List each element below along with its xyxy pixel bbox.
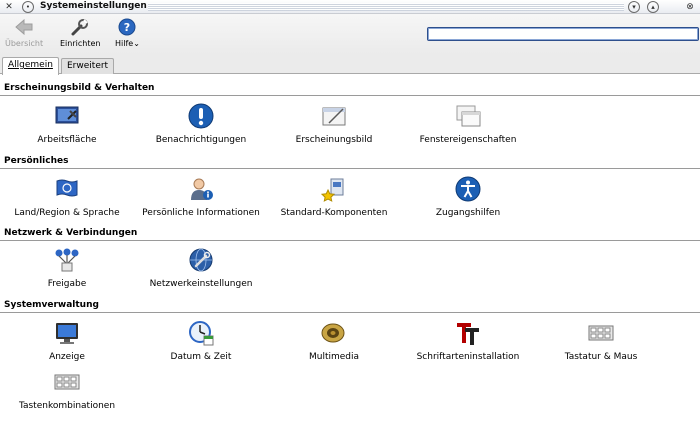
item-keyboard-mouse-label: Tastatur & Maus <box>564 352 638 362</box>
configure-button[interactable]: Einrichten <box>60 17 100 48</box>
close-window-icon[interactable]: ⊗ <box>684 1 696 13</box>
item-appearance[interactable]: Erscheinungsbild <box>269 102 399 145</box>
tab-general[interactable]: Allgemein <box>2 57 59 75</box>
titlebar-decoration <box>148 3 624 11</box>
back-overview-label: Übersicht <box>5 39 44 48</box>
locale-flag-icon <box>53 175 81 203</box>
date-time-icon <box>187 319 215 347</box>
window-menu-icon[interactable]: • <box>22 1 34 13</box>
item-display[interactable]: Anzeige <box>2 319 132 362</box>
window-properties-icon <box>454 102 482 130</box>
window-title: Systemeinstellungen <box>40 1 147 11</box>
item-accessibility-label: Zugangshilfen <box>435 208 501 218</box>
desktop-icon <box>53 102 81 130</box>
item-shortcuts-label: Tastenkombinationen <box>18 401 116 411</box>
maximize-icon[interactable]: ▴ <box>647 1 659 13</box>
item-sharing[interactable]: Freigabe <box>2 246 132 289</box>
accessibility-icon <box>454 175 482 203</box>
font-installer-icon <box>454 319 482 347</box>
item-default-components[interactable]: Standard-Komponenten <box>269 175 399 218</box>
tab-advanced-label: Erweitert <box>67 61 109 71</box>
help-icon: ? <box>116 17 138 37</box>
section-title-system: Systemverwaltung <box>4 300 99 310</box>
item-date-time[interactable]: Datum & Zeit <box>136 319 266 362</box>
notification-icon <box>187 102 215 130</box>
item-locale-label: Land/Region & Sprache <box>14 208 120 218</box>
keyboard-mouse-icon <box>587 319 615 347</box>
item-date-time-label: Datum & Zeit <box>170 352 232 362</box>
section-title-personal: Persönliches <box>4 156 69 166</box>
item-notifications-label: Benachrichtigungen <box>155 135 247 145</box>
item-network-settings[interactable]: Netzwerkeinstellungen <box>136 246 266 289</box>
item-window-properties[interactable]: Fenstereigenschaften <box>403 102 533 145</box>
wrench-icon <box>69 17 91 37</box>
item-default-components-label: Standard-Komponenten <box>280 208 388 218</box>
minimize-icon[interactable]: ▾ <box>628 1 640 13</box>
item-font-installer-label: Schriftarteninstallation <box>416 352 520 362</box>
configure-label: Einrichten <box>60 39 101 48</box>
back-arrow-icon <box>13 17 35 37</box>
section-divider <box>0 240 700 241</box>
help-label: Hilfe <box>115 39 134 48</box>
item-window-properties-label: Fenstereigenschaften <box>419 135 517 145</box>
svg-text:?: ? <box>124 21 130 34</box>
item-desktop[interactable]: Arbeitsfläche <box>2 102 132 145</box>
item-appearance-label: Erscheinungsbild <box>295 135 373 145</box>
search-input[interactable] <box>427 27 699 41</box>
item-accessibility[interactable]: Zugangshilfen <box>403 175 533 218</box>
item-display-label: Anzeige <box>49 352 85 362</box>
section-divider <box>0 95 700 96</box>
appearance-icon <box>320 102 348 130</box>
item-multimedia[interactable]: Multimedia <box>269 319 399 362</box>
item-personal-info[interactable]: Persönliche Informationen <box>136 175 266 218</box>
display-monitor-icon <box>53 319 81 347</box>
network-settings-icon <box>187 246 215 274</box>
back-overview-button[interactable]: Übersicht <box>5 17 43 48</box>
settings-content: Erscheinungsbild & Verhalten Arbeitsfläc… <box>0 75 700 440</box>
item-personal-info-label: Persönliche Informationen <box>142 208 260 218</box>
default-components-icon <box>320 175 348 203</box>
item-multimedia-label: Multimedia <box>308 352 360 362</box>
multimedia-speaker-icon <box>320 319 348 347</box>
tab-general-label: Allgemein <box>8 60 53 70</box>
toolbar: Übersicht Einrichten ? Hilfe⌄ <box>0 14 700 54</box>
item-notifications[interactable]: Benachrichtigungen <box>136 102 266 145</box>
sharing-icon <box>53 246 81 274</box>
section-divider <box>0 312 700 313</box>
personal-info-icon <box>187 175 215 203</box>
tab-bar: Allgemein Erweitert <box>0 54 700 75</box>
item-keyboard-mouse[interactable]: Tastatur & Maus <box>536 319 666 362</box>
tab-advanced[interactable]: Erweitert <box>61 58 115 74</box>
close-x-icon[interactable]: ✕ <box>3 1 15 13</box>
item-font-installer[interactable]: Schriftarteninstallation <box>403 319 533 362</box>
section-divider <box>0 168 700 169</box>
window-titlebar[interactable]: ✕ • Systemeinstellungen ▾ ▴ ⊗ <box>0 0 700 14</box>
item-desktop-label: Arbeitsfläche <box>37 135 97 145</box>
help-dropdown-icon: ⌄ <box>133 39 140 48</box>
item-sharing-label: Freigabe <box>47 279 87 289</box>
item-shortcuts[interactable]: Tastenkombinationen <box>2 368 132 411</box>
shortcuts-keyboard-icon <box>53 368 81 396</box>
help-button[interactable]: ? Hilfe⌄ <box>115 17 140 48</box>
section-title-appearance: Erscheinungsbild & Verhalten <box>4 83 155 93</box>
item-network-settings-label: Netzwerkeinstellungen <box>149 279 253 289</box>
section-title-network: Netzwerk & Verbindungen <box>4 228 138 238</box>
item-locale[interactable]: Land/Region & Sprache <box>2 175 132 218</box>
